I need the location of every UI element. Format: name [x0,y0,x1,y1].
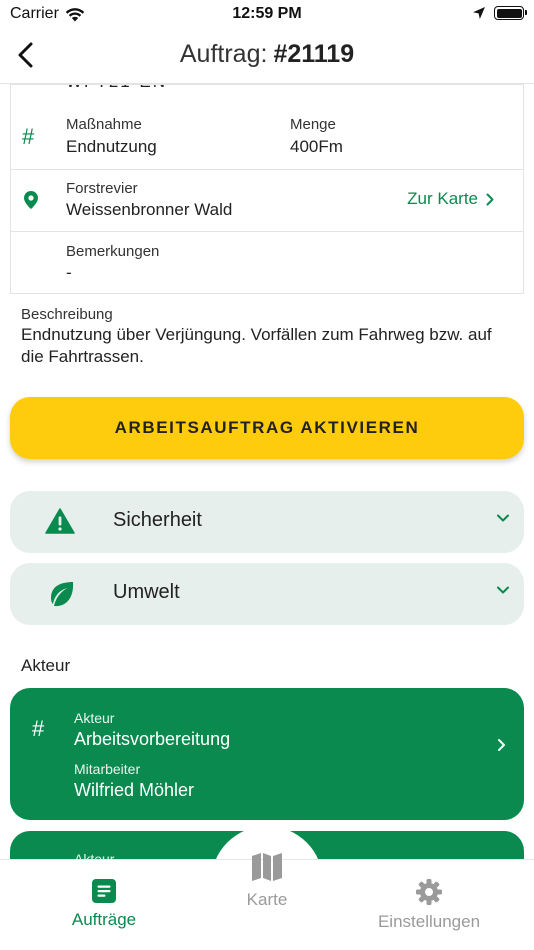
environment-label: Umwelt [113,581,180,603]
navigation-bar: Auftrag: #21119 [0,30,534,84]
chevron-right-icon [486,193,494,205]
gear-icon [416,879,442,905]
actor-label-second: Akteur [74,851,115,859]
actor-value: Arbeitsvorbereitung [74,729,231,749]
tab-map-label: Karte [246,890,288,909]
location-pin-icon [24,191,38,209]
description-label: Beschreibung [21,306,113,323]
measure-row: # Maßnahme Endnutzung Menge 400Fm [10,84,524,170]
status-right [472,6,527,20]
tab-settings[interactable]: Einstellungen [359,878,499,932]
remarks-row: Bemerkungen - [10,232,524,294]
environment-panel[interactable]: Umwelt [10,563,524,625]
hash-icon: # [22,124,35,149]
actor-label: Akteur [74,710,115,726]
district-row: Forstrevier Weissenbronner Wald Zur Kart… [10,170,524,232]
district-value: Weissenbronner Wald [66,200,233,219]
location-arrow-icon [473,7,485,19]
activate-work-order-button[interactable]: ARBEITSAUFTRAG AKTIVIEREN [10,397,524,459]
tab-map[interactable]: Karte [217,850,317,910]
chevron-right-icon [498,739,505,751]
tab-orders[interactable]: Aufträge [54,878,154,930]
battery-icon [494,6,527,20]
to-map-label: Zur Karte [407,189,478,208]
chevron-down-icon [497,514,509,522]
chevron-down-icon [497,586,509,594]
safety-panel[interactable]: Sicherheit [10,491,524,553]
list-icon [92,879,116,903]
actor-section-title: Akteur [21,656,71,675]
carrier: Carrier [10,5,85,23]
quantity-value: 400Fm [290,137,343,156]
actor-card[interactable]: # Akteur Arbeitsvorbereitung Mitarbeiter… [10,688,524,820]
map-icon [252,853,282,881]
remarks-value: - [66,263,72,282]
to-map-link[interactable]: Zur Karte [407,189,494,209]
employee-label: Mitarbeiter [74,761,141,777]
warning-icon [45,508,75,534]
order-number: #21119 [273,40,355,68]
measure-value: Endnutzung [66,137,157,156]
remarks-label: Bemerkungen [66,243,160,260]
measure-label: Maßnahme [66,116,142,133]
tab-settings-label: Einstellungen [377,912,481,931]
status-bar: Carrier 12:59 PM [0,0,534,30]
order-detail-scroll[interactable]: WFT21-EN # Maßnahme Endnutzung Menge 400… [0,84,534,859]
description-text: Endnutzung über Verjüngung. Vorfällen zu… [21,325,492,366]
employee-value: Wilfried Möhler [74,780,195,800]
leaf-icon [51,582,74,607]
quantity-label: Menge [290,116,336,133]
tab-orders-label: Aufträge [71,910,137,929]
page-title-label: Auftrag: [179,40,268,68]
district-label: Forstrevier [66,180,138,197]
page-title: Auftrag: #21119 [0,40,534,69]
carrier-label: Carrier [10,5,59,22]
hash-icon: # [32,716,45,741]
wifi-icon [65,7,85,21]
safety-label: Sicherheit [113,509,202,531]
